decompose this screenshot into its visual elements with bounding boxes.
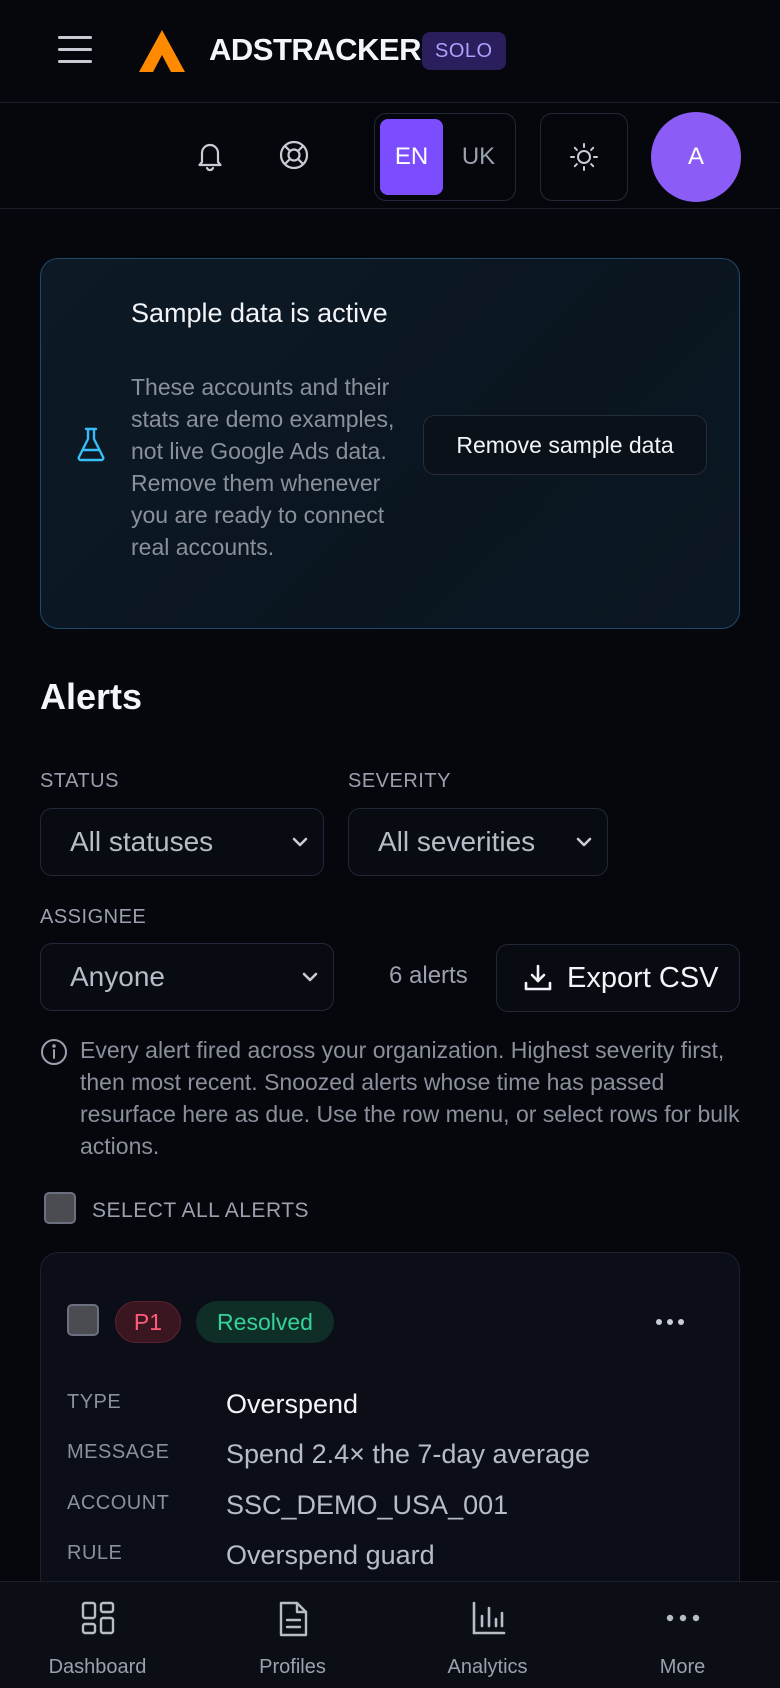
- type-label: TYPE: [67, 1391, 122, 1413]
- severity-select-value: All severities: [378, 826, 536, 857]
- alerts-count: 6 alerts: [389, 962, 468, 989]
- more-horizontal-icon: [666, 1614, 700, 1622]
- brand-name: ADSTRACKER: [209, 32, 422, 67]
- export-csv-label: Export CSV: [567, 961, 719, 994]
- severity-select[interactable]: All severities: [348, 808, 608, 876]
- dashboard-icon: [81, 1601, 115, 1635]
- language-uk-button[interactable]: UK: [447, 119, 510, 195]
- info-icon: [41, 1039, 67, 1065]
- message-value: Spend 2.4× the 7-day average: [226, 1439, 591, 1469]
- status-filter-label: STATUS: [40, 770, 119, 792]
- assignee-filter-label: ASSIGNEE: [40, 906, 147, 928]
- more-horizontal-icon[interactable]: [655, 1315, 685, 1329]
- nav-analytics[interactable]: Analytics: [390, 1582, 585, 1688]
- severity-filter-label: SEVERITY: [348, 770, 451, 792]
- notifications-icon[interactable]: [190, 134, 230, 178]
- sample-banner-title: Sample data is active: [131, 298, 388, 328]
- status-select-value: All statuses: [70, 826, 214, 857]
- priority-badge: P1: [115, 1301, 181, 1343]
- nav-analytics-label: Analytics: [447, 1656, 528, 1678]
- chevron-down-icon: [576, 837, 592, 847]
- language-switcher: EN UK: [374, 113, 516, 201]
- remove-sample-data-button[interactable]: Remove sample data: [423, 415, 707, 475]
- bar-chart-icon: [472, 1601, 506, 1635]
- assignee-select[interactable]: Anyone: [40, 943, 334, 1011]
- select-all-checkbox[interactable]: [44, 1192, 76, 1224]
- nav-dashboard-label: Dashboard: [48, 1656, 147, 1678]
- rule-value: Overspend guard: [226, 1540, 435, 1570]
- status-badge: Resolved: [196, 1301, 334, 1343]
- top-app-bar: ADSTRACKER SOLO: [0, 0, 780, 103]
- nav-more-label: More: [659, 1656, 706, 1678]
- sun-icon: [570, 143, 598, 171]
- chevron-down-icon: [302, 972, 318, 982]
- message-label: MESSAGE: [67, 1441, 170, 1463]
- status-select[interactable]: All statuses: [40, 808, 324, 876]
- help-lifebuoy-icon[interactable]: [274, 135, 314, 175]
- nav-dashboard[interactable]: Dashboard: [0, 1582, 195, 1688]
- user-avatar[interactable]: A: [651, 112, 741, 202]
- nav-profiles[interactable]: Profiles: [195, 1582, 390, 1688]
- adstracker-logo: [139, 30, 185, 72]
- account-value: SSC_DEMO_USA_001: [226, 1490, 509, 1520]
- theme-toggle-button[interactable]: [540, 113, 628, 201]
- alerts-info-text: Every alert fired across your organizati…: [80, 1037, 740, 1159]
- sample-banner-description: These accounts and their stats are demo …: [131, 374, 395, 560]
- document-icon: [279, 1601, 308, 1637]
- plan-badge: SOLO: [422, 32, 506, 70]
- assignee-select-value: Anyone: [70, 961, 165, 992]
- nav-more[interactable]: More: [585, 1582, 780, 1688]
- language-en-button[interactable]: EN: [380, 119, 443, 195]
- page-title: Alerts: [40, 676, 143, 717]
- sample-data-banner: Sample data is active These accounts and…: [40, 258, 740, 629]
- nav-profiles-label: Profiles: [259, 1656, 326, 1678]
- select-all-label: SELECT ALL ALERTS: [92, 1199, 310, 1222]
- header-toolbar: EN UK A: [0, 104, 780, 209]
- type-value: Overspend: [226, 1389, 359, 1419]
- export-csv-button[interactable]: Export CSV: [496, 944, 740, 1012]
- flask-icon: [77, 427, 105, 462]
- chevron-down-icon: [292, 837, 308, 847]
- download-icon: [524, 964, 552, 991]
- menu-icon[interactable]: [58, 36, 92, 66]
- rule-label: RULE: [67, 1542, 123, 1564]
- bottom-navigation: Dashboard Profiles Analytics More: [0, 1581, 780, 1688]
- account-label: ACCOUNT: [67, 1492, 170, 1514]
- alert-row-checkbox[interactable]: [67, 1304, 99, 1336]
